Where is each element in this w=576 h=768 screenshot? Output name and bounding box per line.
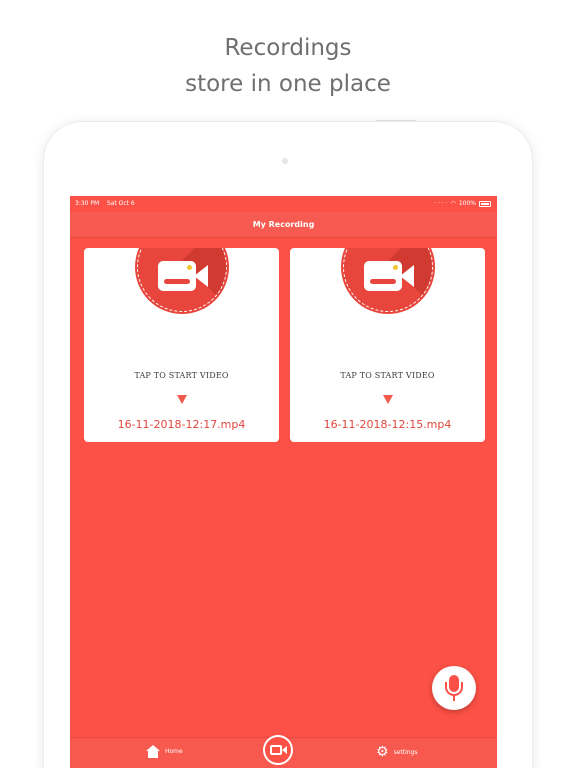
recording-file-name[interactable]: 16-11-2018-12:15.mp4 [290,418,485,431]
record-video-icon [270,745,282,755]
tap-to-start-label: TAP TO START VIDEO [340,371,435,380]
front-camera [282,158,288,164]
home-icon [146,745,160,758]
recording-card[interactable]: TAP TO START VIDEO 16-11-2018-12:17.mp4 [84,248,279,442]
video-camera-icon [342,248,433,312]
app-screen: 3:30 PM Sat Oct 6 · · · · ◠ 100% My Reco… [70,196,497,768]
tab-settings[interactable]: ⚙ settings [376,745,418,759]
status-time: 3:30 PM [75,200,100,207]
tap-to-start-label: TAP TO START VIDEO [134,371,229,380]
tab-home-label: Home [165,748,183,755]
tab-home[interactable]: Home [146,745,183,758]
tab-settings-label: settings [393,748,418,756]
status-date: Sat Oct 6 [106,200,135,207]
recording-card[interactable]: TAP TO START VIDEO 16-11-2018-12:15.mp4 [290,248,485,442]
battery-icon [479,201,491,207]
microphone-button[interactable] [432,666,476,710]
status-bar: 3:30 PM Sat Oct 6 · · · · ◠ 100% [70,196,497,212]
status-indicators: · · · · ◠ 100% [434,196,491,212]
arrow-down-icon [383,395,393,404]
signal-dots-icon: · · · · [434,200,448,207]
gear-icon: ⚙ [376,744,389,760]
promo-headline: Recordings store in one place [0,30,576,102]
wifi-icon: ◠ [450,200,456,207]
recording-file-name[interactable]: 16-11-2018-12:17.mp4 [84,418,279,431]
navigation-bar: My Recording [70,212,497,238]
record-video-button[interactable] [263,735,293,765]
battery-percent: 100% [458,200,476,207]
page-title: My Recording [252,220,315,229]
promo-line-1: Recordings [224,35,352,61]
status-time-date: 3:30 PM Sat Oct 6 [75,196,135,212]
video-camera-icon [136,248,227,312]
promo-line-2: store in one place [185,71,391,97]
arrow-down-icon [177,395,187,404]
